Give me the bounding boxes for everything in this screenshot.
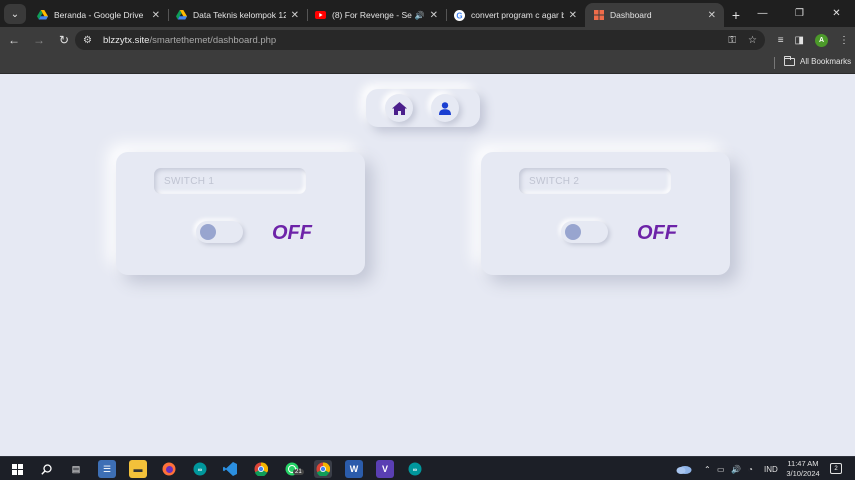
switch-1-name-input[interactable] (154, 168, 306, 194)
wifi-icon[interactable]: ◔ (748, 457, 753, 480)
side-panel-icon[interactable]: ◨ (795, 35, 804, 46)
site-info-icon[interactable]: ⚙ (83, 35, 97, 46)
close-icon[interactable]: ✕ (430, 10, 438, 21)
clock-date: 3/10/2024 (786, 469, 820, 478)
svg-text:∞: ∞ (198, 468, 202, 474)
firefox-icon[interactable] (160, 460, 178, 478)
tab-title: Data Teknis kelompok 12(web (193, 10, 286, 20)
url-host: blzzytx.site (103, 34, 150, 46)
user-icon (439, 101, 451, 115)
all-bookmarks-label: All Bookmarks (800, 57, 852, 66)
home-button[interactable] (385, 94, 413, 122)
youtube-icon (315, 10, 326, 21)
google-drive-icon (37, 10, 48, 21)
close-icon[interactable]: ✕ (291, 10, 299, 21)
password-key-icon[interactable]: ⚿ (728, 35, 736, 46)
toolbar-actions: ≡ ◨ A ⋮ (778, 27, 849, 53)
all-bookmarks-button[interactable]: All Bookmarks (784, 55, 852, 66)
close-icon[interactable]: ✕ (569, 10, 577, 21)
back-button[interactable]: ← (3, 29, 25, 51)
visual-studio-icon[interactable]: V (376, 460, 394, 478)
google-icon: G (454, 9, 465, 21)
widgets-icon[interactable]: ☰ (98, 460, 116, 478)
bookmarks-separator (774, 57, 775, 69)
battery-icon[interactable]: ▭ (717, 457, 725, 480)
notification-icon[interactable]: 2 (830, 463, 842, 474)
address-bar-actions: ⚿ ☆ (728, 30, 757, 50)
toggle-knob (565, 224, 581, 240)
dashboard-page: OFF OFF (0, 75, 855, 456)
url-text[interactable]: blzzytx.site/smartethemet/dashboard.php (103, 35, 276, 46)
minimize-icon[interactable]: — (744, 0, 781, 27)
tab-title: Beranda - Google Drive (54, 10, 144, 20)
switch-card-1: OFF (116, 152, 365, 275)
url-path: /smartethemet/dashboard.php (149, 34, 277, 46)
browser-toolbar: ← → ↻ ⚙ blzzytx.site/smartethemet/dashbo… (0, 27, 855, 53)
forward-button[interactable]: → (28, 29, 50, 51)
speaker-icon[interactable]: 🔊 (415, 11, 425, 20)
tray-overflow-icon[interactable]: ⌃ (704, 457, 711, 480)
close-icon[interactable]: ✕ (708, 10, 716, 21)
arduino-ide-icon[interactable]: ∞ (406, 460, 424, 478)
google-drive-icon (176, 10, 187, 21)
nav-pill (366, 89, 480, 127)
profile-avatar[interactable]: A (815, 33, 828, 47)
close-icon[interactable]: ✕ (152, 10, 160, 21)
switch-2-state: OFF (637, 222, 677, 244)
whatsapp-badge: 21 (293, 469, 304, 475)
tab-title: (8) For Revenge - Serana (332, 10, 412, 20)
search-icon[interactable] (37, 460, 55, 478)
language-indicator[interactable]: IND (764, 457, 778, 480)
switch-1-state: OFF (272, 222, 312, 244)
svg-text:G: G (456, 11, 462, 20)
switch-2-name-input[interactable] (519, 168, 671, 194)
bookmark-star-icon[interactable]: ☆ (748, 35, 757, 46)
switch-2-toggle[interactable] (561, 221, 608, 243)
tab-search-button[interactable]: ⌄ (4, 4, 26, 24)
close-window-icon[interactable]: ✕ (818, 0, 855, 27)
volume-icon[interactable]: 🔊 (731, 457, 741, 480)
toggle-knob (200, 224, 216, 240)
file-explorer-icon[interactable]: ▬ (129, 460, 147, 478)
windows-taskbar: ▤ ☰ ▬ ∞ 21 W V ∞ ⌃ ▭ 🔊 ◔ IND 11:47 AM 3/… (0, 456, 855, 480)
window-controls: — ❐ ✕ (744, 0, 855, 27)
dashboard-favicon (593, 10, 604, 21)
task-view-icon[interactable]: ▤ (67, 460, 85, 478)
svg-text:∞: ∞ (413, 468, 417, 474)
profile-button[interactable] (431, 94, 459, 122)
tab-title: Dashboard (610, 10, 652, 20)
windows-start-icon[interactable] (8, 460, 26, 478)
chrome-active-icon[interactable] (314, 460, 332, 478)
tab-dashboard[interactable]: Dashboard ✕ (585, 3, 724, 27)
tab-google-search[interactable]: G convert program c agar ben ✕ (446, 3, 585, 27)
tab-youtube[interactable]: (8) For Revenge - Serana 🔊 ✕ (307, 3, 446, 27)
tab-data-teknis[interactable]: Data Teknis kelompok 12(web ✕ (168, 3, 307, 27)
tab-google-drive[interactable]: Beranda - Google Drive ✕ (29, 3, 168, 27)
switch-1-toggle[interactable] (196, 221, 243, 243)
clock-time: 11:47 AM (787, 459, 819, 468)
bookmarks-bar: All Bookmarks (0, 53, 855, 74)
vscode-icon[interactable] (221, 460, 239, 478)
folder-icon (784, 55, 795, 66)
more-menu-icon[interactable]: ⋮ (839, 35, 849, 46)
taskbar-clock[interactable]: 11:47 AM 3/10/2024 (783, 459, 823, 479)
restore-icon[interactable]: ❐ (781, 0, 818, 27)
address-bar[interactable]: ⚙ blzzytx.site/smartethemet/dashboard.ph… (75, 30, 765, 50)
media-queue-icon[interactable]: ≡ (778, 35, 784, 46)
chrome-icon[interactable] (252, 460, 270, 478)
onedrive-icon[interactable] (676, 457, 692, 480)
home-icon (391, 101, 407, 115)
tab-title: convert program c agar ben (471, 10, 564, 20)
browser-tab-strip: ⌄ Beranda - Google Drive ✕ Data Teknis k… (0, 0, 855, 27)
word-icon[interactable]: W (345, 460, 363, 478)
reload-button[interactable]: ↻ (53, 29, 75, 51)
arduino-icon[interactable]: ∞ (191, 460, 209, 478)
switch-card-2: OFF (481, 152, 730, 275)
